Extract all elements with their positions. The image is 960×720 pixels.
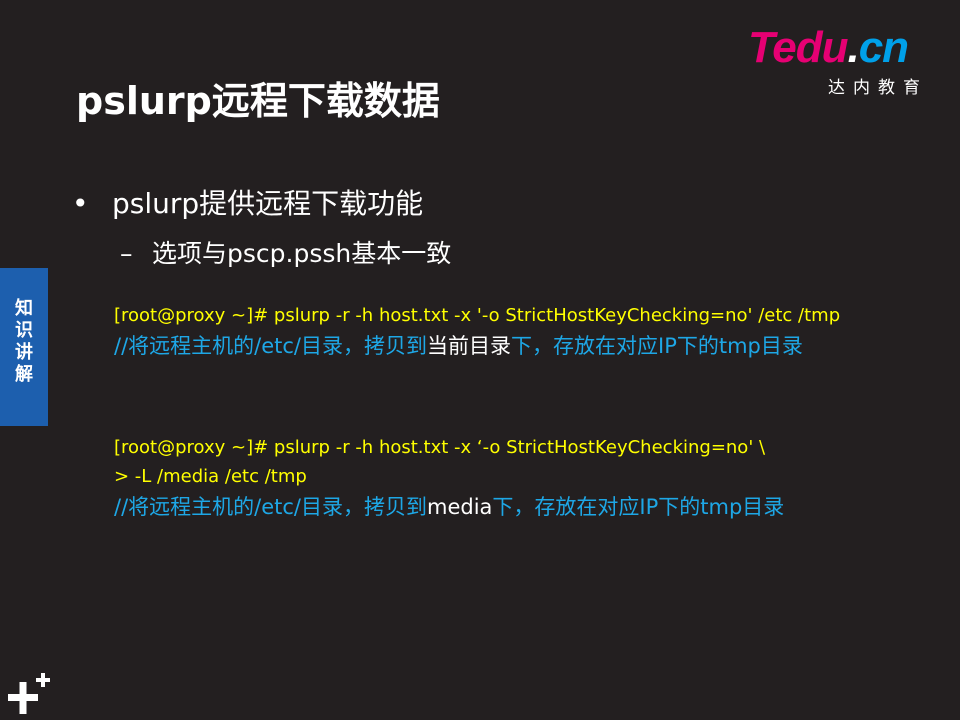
example2-comment-a: //将远程主机的/etc/目录，拷贝到 xyxy=(114,495,427,519)
logo-brand: Tedu xyxy=(748,23,848,72)
logo-subtitle: 达内教育 xyxy=(828,78,928,98)
sub-bullet-dash-icon: – xyxy=(120,239,133,268)
bullet-item: • pslurp提供远程下载功能 xyxy=(72,182,423,222)
logo-cn: cn xyxy=(858,23,909,72)
logo-wordmark: Tedu.cn xyxy=(748,26,928,70)
slide-title: pslurp远程下载数据 xyxy=(76,79,440,123)
example1-comment-a: //将远程主机的/etc/目录，拷贝到 xyxy=(114,334,427,358)
example1-comment: //将远程主机的/etc/目录，拷贝到当前目录下，存放在对应IP下的tmp目录 xyxy=(114,333,803,359)
sub-bullet-item: – 选项与pscp.pssh基本一致 xyxy=(120,234,451,270)
tedu-logo: Tedu.cn 达内教育 xyxy=(748,26,928,100)
logo-dot: . xyxy=(847,23,859,72)
example1-comment-c: 下，存放在对应IP下的tmp目录 xyxy=(511,334,803,358)
bullet-text: pslurp提供远程下载功能 xyxy=(112,187,424,220)
example1-comment-b: 当前目录 xyxy=(427,334,511,358)
bullet-dot-icon: • xyxy=(72,187,89,220)
side-tab-label: 知识讲解 xyxy=(15,298,33,385)
side-tab: 知识讲解 xyxy=(0,268,48,426)
example2-comment-c: 下，存放在对应IP下的tmp目录 xyxy=(492,495,785,519)
example2-comment-b: media xyxy=(427,495,493,519)
plus-plus-icon xyxy=(8,673,50,714)
example2-comment: //将远程主机的/etc/目录，拷贝到media下，存放在对应IP下的tmp目录 xyxy=(114,494,784,520)
example2-command: [root@proxy ~]# pslurp -r -h host.txt -x… xyxy=(114,437,766,458)
example2-command-continued: > -L /media /etc /tmp xyxy=(114,466,307,487)
example1-command: [root@proxy ~]# pslurp -r -h host.txt -x… xyxy=(114,305,841,326)
sub-bullet-text: 选项与pscp.pssh基本一致 xyxy=(152,239,452,268)
